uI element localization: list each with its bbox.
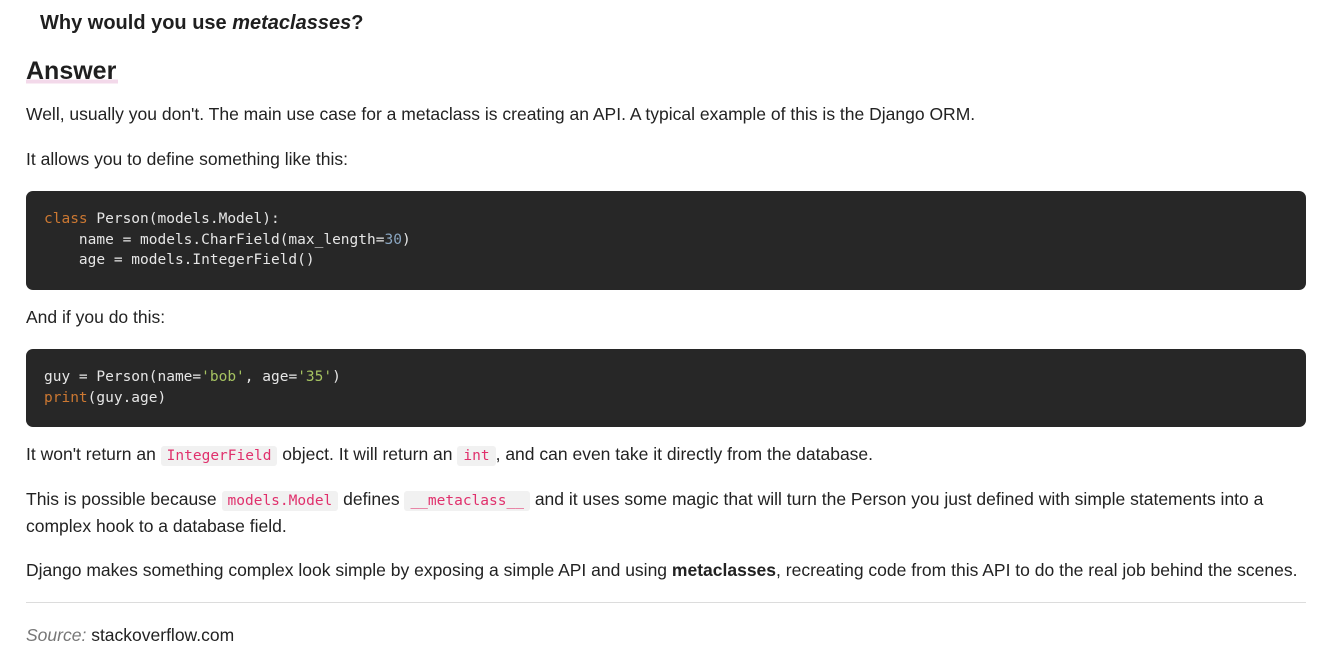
- answer-heading: Answer: [26, 57, 119, 86]
- code-line: name = models.CharField(max_length=30): [44, 230, 1288, 251]
- question-suffix: ?: [351, 12, 364, 34]
- code-number: 30: [384, 231, 402, 248]
- code-line: guy = Person(name='bob', age='35'): [44, 367, 1288, 388]
- code-text: ): [401, 231, 411, 248]
- paragraph-intro: Well, usually you don't. The main use ca…: [26, 104, 976, 124]
- code-text: ): [332, 369, 341, 385]
- divider: [26, 602, 1306, 603]
- code-keyword: print: [44, 389, 88, 406]
- code-string: 'bob': [201, 369, 245, 385]
- code-text: name = models.CharField(max_length=: [44, 231, 385, 248]
- paragraph-return: It won't return an IntegerField object. …: [26, 442, 873, 469]
- code-block-model: class Person(models.Model): name = model…: [26, 191, 1306, 290]
- text-span: , recreating code from this API to do th…: [776, 560, 1298, 580]
- code-text: Person(models.Model):: [87, 211, 280, 227]
- code-text: age = models.IntegerField(): [44, 252, 315, 268]
- code-line: print(guy.age): [44, 388, 1288, 409]
- code-text: guy = Person(name=: [44, 369, 202, 385]
- question-heading: Why would you use metaclasses?: [40, 12, 363, 35]
- inline-code: int: [457, 446, 496, 466]
- paragraph-django: Django makes something complex look simp…: [26, 558, 1297, 583]
- code-line: age = models.IntegerField(): [44, 250, 1288, 271]
- code-keyword: class: [44, 211, 88, 227]
- text-span: , and can even take it directly from the…: [495, 444, 874, 464]
- text-span: It won't return an: [26, 444, 161, 464]
- code-line: class Person(models.Model):: [44, 209, 1288, 230]
- paragraph-if-you-do: And if you do this:: [26, 307, 166, 327]
- paragraph-possible: This is possible because models.Model de…: [26, 487, 1306, 539]
- code-text: , age=: [244, 369, 298, 385]
- code-text: (guy.age): [87, 389, 167, 406]
- inline-code: models.Model: [221, 491, 339, 511]
- source-line: Source: stackoverflow.com: [26, 625, 234, 646]
- text-span: This is possible because: [26, 489, 222, 509]
- question-emphasis: metaclasses: [232, 12, 352, 34]
- inline-code: IntegerField: [160, 446, 278, 466]
- code-string: '35': [297, 369, 333, 385]
- code-block-usage: guy = Person(name='bob', age='35') print(…: [26, 349, 1306, 427]
- question-prefix: Why would you use: [40, 12, 233, 34]
- bold-text: metaclasses: [671, 560, 777, 580]
- inline-code: __metaclass__: [404, 491, 530, 511]
- source-label: Source:: [26, 625, 87, 645]
- text-span: defines: [338, 489, 405, 509]
- text-span: object. It will return an: [277, 444, 458, 464]
- paragraph-define: It allows you to define something like t…: [26, 149, 348, 169]
- text-span: Django makes something complex look simp…: [26, 560, 672, 580]
- source-link[interactable]: stackoverflow.com: [91, 625, 234, 645]
